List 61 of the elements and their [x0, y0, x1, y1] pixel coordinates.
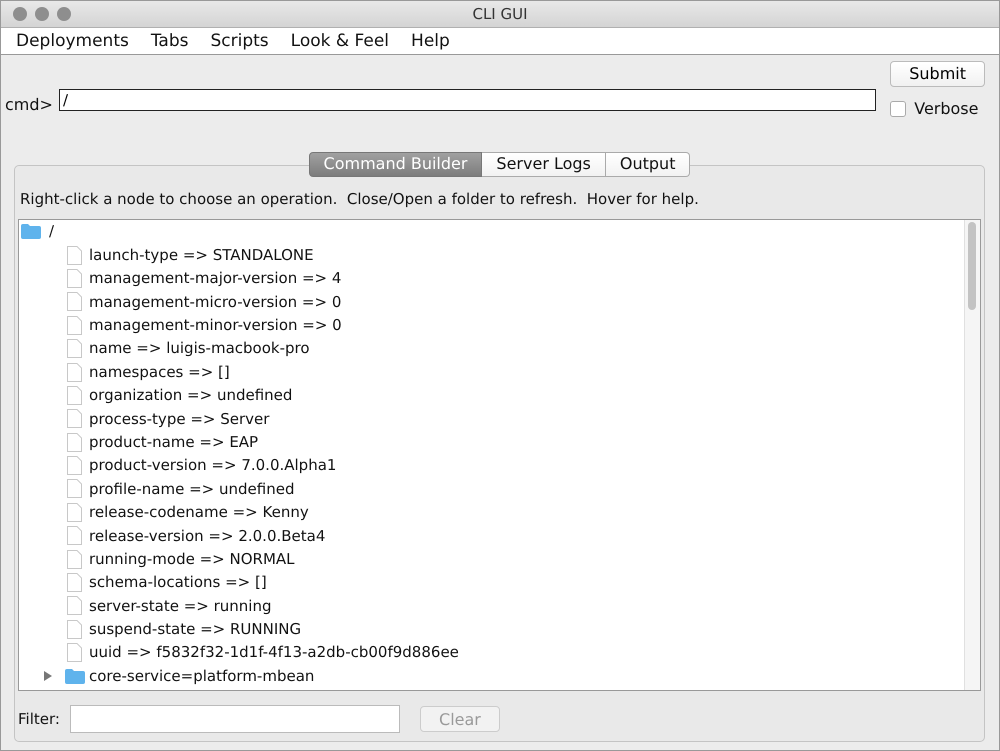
file-icon	[67, 339, 82, 358]
file-icon	[67, 596, 82, 616]
file-icon	[67, 292, 82, 312]
menu-item[interactable]: Tabs	[140, 28, 200, 54]
menu-item[interactable]: Deployments	[5, 28, 140, 54]
file-icon	[67, 316, 82, 335]
window-title: CLI GUI	[471, 4, 529, 25]
tree-item[interactable]: product-version => 7.0.0.Alpha1	[89, 454, 336, 477]
menu-item[interactable]: Look & Feel	[280, 28, 400, 54]
file-icon	[67, 246, 82, 265]
file-icon	[67, 643, 82, 662]
command-label: cmd>	[5, 94, 53, 116]
tree-item[interactable]: organization => undefined	[89, 384, 292, 407]
menu-item[interactable]: Help	[400, 28, 461, 54]
filter-label: Filter:	[18, 708, 60, 730]
file-icon	[67, 573, 82, 592]
file-icon	[67, 456, 82, 476]
tree-item[interactable]: uuid => f5832f32-1d1f-4f13-a2db-cb00f9d886ee	[89, 641, 459, 664]
tree-item[interactable]: schema-locations => []	[89, 571, 267, 594]
tree-item[interactable]: management-minor-version => 0	[89, 314, 342, 336]
folder-icon	[21, 224, 41, 240]
tree-item[interactable]: name => luigis-macbook-pro	[89, 337, 310, 360]
zoom-button[interactable]	[57, 7, 71, 22]
close-button[interactable]	[13, 7, 27, 22]
tree-item[interactable]: release-codename => Kenny	[89, 501, 309, 524]
menu-item[interactable]: Scripts	[199, 28, 280, 54]
folder-icon	[64, 668, 84, 684]
file-icon	[67, 502, 82, 522]
file-icon	[67, 432, 82, 452]
tree-item[interactable]: product-name => EAP	[89, 430, 258, 454]
tree-item[interactable]: management-major-version => 4	[89, 267, 342, 290]
file-icon	[67, 268, 82, 288]
hint-text: Right-click a node to choose an operation. Close/Open a folder to refresh. Hover for help.	[19, 188, 700, 210]
tree-item[interactable]: process-type => Server	[89, 408, 270, 430]
tab[interactable]: Server Logs	[482, 152, 606, 176]
verbose-label: Verbose	[914, 98, 978, 120]
file-icon	[67, 620, 82, 639]
tree-item[interactable]: suspend-state => RUNNING	[89, 618, 302, 641]
file-icon	[67, 409, 82, 428]
tree-item[interactable]: profile-name => undefined	[89, 478, 294, 500]
file-icon	[67, 479, 82, 498]
folder-label[interactable]: /	[49, 220, 54, 243]
command-field[interactable]: /	[58, 89, 876, 112]
minimize-button[interactable]	[35, 7, 49, 22]
file-icon	[67, 550, 82, 569]
filter-field[interactable]	[70, 705, 400, 733]
tree-item[interactable]: running-mode => NORMAL	[89, 548, 295, 570]
file-icon	[67, 386, 82, 405]
tree-item[interactable]: launch-type => STANDALONE	[89, 244, 314, 266]
disclosure-triangle-icon[interactable]	[44, 671, 53, 682]
tab[interactable]: Output	[606, 152, 690, 176]
file-icon	[67, 526, 82, 546]
tree-item[interactable]: server-state => running	[89, 594, 272, 618]
submit-button[interactable]: Submit	[890, 61, 985, 88]
verbose-checkbox[interactable]	[890, 101, 906, 118]
folder-label[interactable]: core-service=platform-mbean	[89, 664, 314, 688]
tree-item[interactable]: management-micro-version => 0	[89, 290, 342, 314]
file-icon	[67, 362, 82, 382]
scrollbar-thumb[interactable]	[968, 222, 976, 310]
tree-item[interactable]: release-version => 2.0.0.Beta4	[89, 524, 326, 548]
tree-item[interactable]: namespaces => []	[89, 360, 230, 384]
